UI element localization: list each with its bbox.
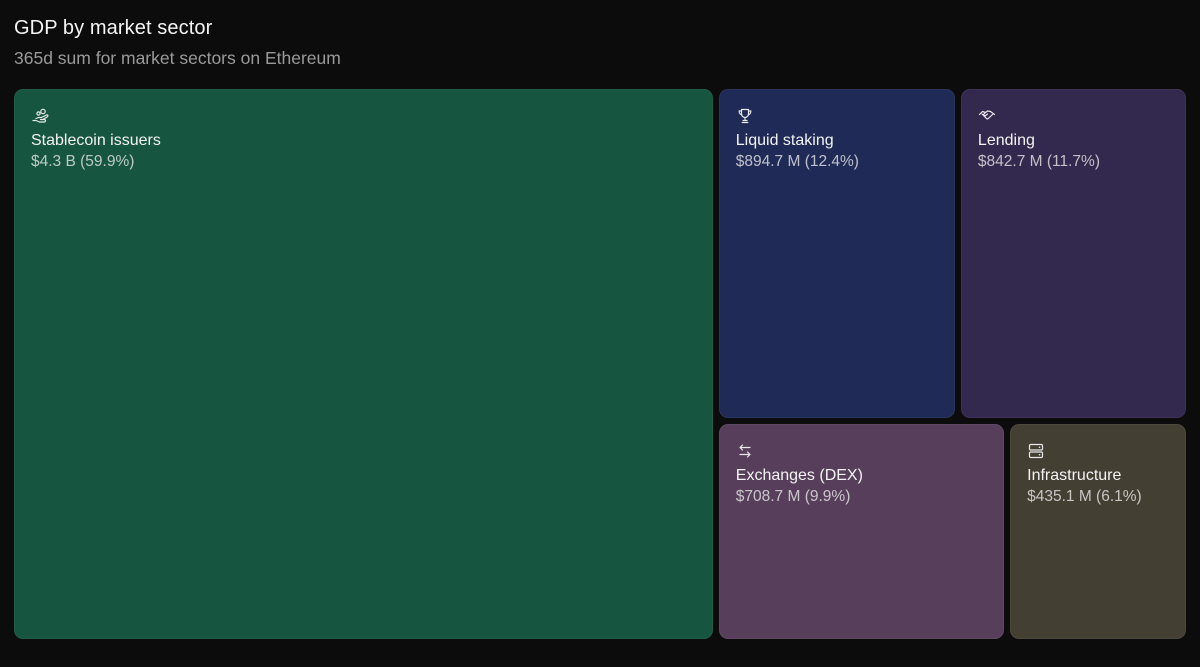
handshake-icon [978, 107, 996, 125]
tile-value-label: $435.1 M (6.1%) [1027, 487, 1142, 505]
treemap-tile-infrastructure[interactable]: Infrastructure $435.1 M (6.1%) [1010, 423, 1186, 639]
tile-label: Liquid staking [735, 132, 834, 149]
trophy-icon [736, 107, 754, 125]
tile-value-label: $842.7 M (11.7%) [977, 153, 1100, 170]
chart-page: GDP by market sector 365d sum for market… [0, 0, 1200, 667]
treemap-tile-stablecoin-issuers[interactable]: Stablecoin issuers $4.3 B (59.9%) [14, 89, 713, 639]
treemap: Stablecoin issuers $4.3 B (59.9%) Liquid s… [0, 0, 1200, 667]
tile-label: Lending [977, 132, 1035, 149]
arrows-exchange-icon [736, 442, 754, 460]
tile-label: Exchanges (DEX) [735, 466, 863, 484]
hand-coins-icon [31, 107, 49, 125]
tile-value-label: $708.7 M (9.9%) [735, 487, 851, 505]
tile-label: Infrastructure [1027, 466, 1122, 484]
treemap-tile-exchanges-dex[interactable]: Exchanges (DEX) $708.7 M (9.9%) [718, 423, 1005, 639]
tile-value-label: $894.7 M (12.4%) [735, 153, 859, 170]
server-icon [1027, 442, 1045, 460]
tile-label: Stablecoin issuers [31, 132, 161, 149]
tile-value-label: $4.3 B (59.9%) [31, 153, 135, 170]
treemap-tile-lending[interactable]: Lending $842.7 M (11.7%) [960, 89, 1186, 418]
treemap-tile-liquid-staking[interactable]: Liquid staking $894.7 M (12.4%) [718, 89, 955, 418]
